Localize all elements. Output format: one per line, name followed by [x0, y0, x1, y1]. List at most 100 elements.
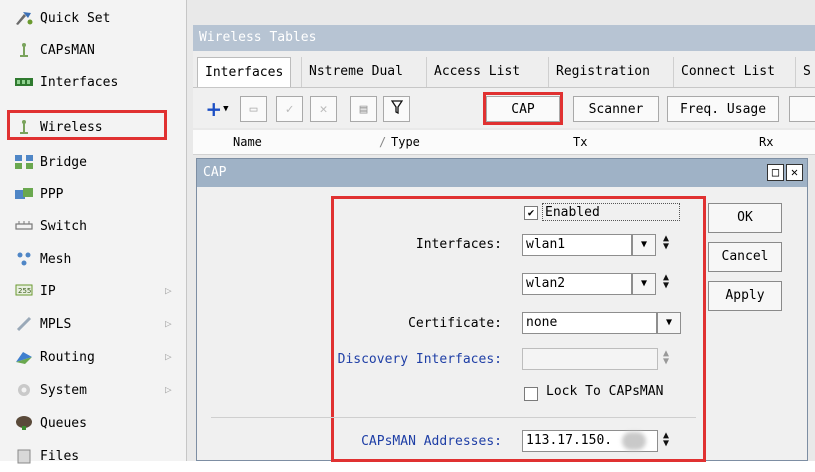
- comment-button[interactable]: ▤: [350, 96, 377, 122]
- interface-2-updown[interactable]: ▲ ▼: [659, 273, 673, 291]
- sidebar-item-label: CAPsMAN: [40, 42, 95, 58]
- window-title: Wireless Tables: [193, 25, 815, 51]
- queues-icon: [14, 414, 34, 432]
- sidebar-item-mpls[interactable]: MPLS ▷: [0, 308, 186, 340]
- discovery-updown[interactable]: ▲ ▼: [659, 349, 673, 367]
- close-icon[interactable]: ✕: [786, 164, 803, 181]
- sidebar-item-bridge[interactable]: Bridge: [0, 146, 186, 178]
- sidebar-item-label: Bridge: [40, 154, 87, 170]
- system-icon: [14, 381, 34, 399]
- files-icon: [14, 447, 34, 465]
- interface-1-dropdown[interactable]: ▼: [632, 234, 656, 256]
- lock-to-capsman-label[interactable]: Lock To CAPsMAN: [546, 384, 663, 399]
- sidebar-item-label: Mesh: [40, 251, 72, 267]
- enabled-label[interactable]: Enabled: [542, 203, 680, 221]
- disable-button[interactable]: ✕: [310, 96, 337, 122]
- dropdown-arrow-icon: ▼: [640, 278, 648, 289]
- ppp-icon: [14, 185, 34, 203]
- submenu-arrow-icon: ▷: [165, 317, 172, 330]
- dialog-title-text: CAP: [203, 165, 227, 180]
- switch-icon: [14, 217, 34, 235]
- toolbar: + ▼ ▭ ✓ ✕ ▤ CAP Scanner Freq. Usage: [193, 88, 815, 128]
- sidebar-item-label: Switch: [40, 218, 87, 234]
- down-arrow-icon: ▼: [662, 280, 670, 291]
- mesh-icon: [14, 250, 34, 268]
- sidebar-item-system[interactable]: System ▷: [0, 374, 186, 406]
- capsman-address-updown[interactable]: ▲ ▼: [659, 431, 673, 449]
- cap-highlight-box: [483, 92, 563, 125]
- sidebar-item-label: Interfaces: [40, 74, 119, 90]
- down-arrow-icon: ▼: [662, 356, 670, 367]
- cancel-button[interactable]: Cancel: [708, 242, 782, 272]
- ok-button[interactable]: OK: [708, 203, 782, 233]
- sidebar-item-ppp[interactable]: PPP: [0, 178, 186, 210]
- interface-2-select[interactable]: wlan2: [522, 273, 632, 295]
- apply-button[interactable]: Apply: [708, 281, 782, 311]
- submenu-arrow-icon: ▷: [165, 350, 172, 363]
- more-toolbar-button[interactable]: [789, 96, 815, 122]
- column-tx[interactable]: Tx: [573, 135, 587, 149]
- capsman-addresses-label: CAPsMAN Addresses:: [361, 434, 502, 449]
- sidebar-item-label: Files: [40, 448, 80, 464]
- enabled-checkbox[interactable]: ✔: [524, 206, 538, 220]
- column-rx[interactable]: Rx: [759, 135, 773, 149]
- sidebar-item-files[interactable]: Files: [0, 440, 186, 472]
- check-icon: ✓: [285, 101, 294, 117]
- certificate-select[interactable]: none: [522, 312, 657, 334]
- lock-to-capsman-checkbox[interactable]: [524, 387, 538, 401]
- submenu-arrow-icon: ▷: [165, 284, 172, 297]
- add-button[interactable]: + ▼: [199, 96, 235, 122]
- dropdown-arrow-icon: ▼: [665, 317, 673, 328]
- remove-button[interactable]: ▭: [240, 96, 267, 122]
- sidebar-item-label: PPP: [40, 186, 64, 202]
- sidebar-item-switch[interactable]: Switch: [0, 210, 186, 242]
- tab-interfaces[interactable]: Interfaces: [197, 57, 292, 87]
- sidebar-menu: Quick Set CAPsMAN Interfaces Wireless Br…: [0, 0, 187, 464]
- plus-icon: +: [205, 97, 223, 121]
- cap-dialog: CAP □ ✕ ✔ Enabled Interfaces: wlan1 ▼ ▲ ▼…: [196, 158, 808, 462]
- interfaces-icon: [14, 73, 34, 91]
- submenu-arrow-icon: ▷: [165, 383, 172, 396]
- capsman-icon: [14, 41, 34, 59]
- sidebar-item-interfaces[interactable]: Interfaces: [0, 66, 186, 98]
- sidebar-item-queues[interactable]: Queues: [0, 407, 186, 439]
- sidebar-item-label: Quick Set: [40, 10, 111, 26]
- column-type[interactable]: Type: [391, 135, 420, 149]
- interface-1-updown[interactable]: ▲ ▼: [659, 234, 673, 252]
- tab-access-list[interactable]: Access List: [426, 57, 527, 87]
- certificate-label: Certificate:: [408, 316, 502, 331]
- filter-button[interactable]: [383, 96, 410, 122]
- filter-icon: [390, 100, 403, 118]
- down-arrow-icon: ▼: [662, 241, 670, 252]
- freq-usage-button[interactable]: Freq. Usage: [667, 96, 779, 122]
- sidebar-item-label: Routing: [40, 349, 95, 365]
- discovery-interfaces-select[interactable]: [522, 348, 658, 370]
- certificate-dropdown[interactable]: ▼: [657, 312, 681, 334]
- table-header: Name / Type Tx Rx: [193, 130, 815, 155]
- tab-registration[interactable]: Registration: [548, 57, 657, 87]
- interface-2-dropdown[interactable]: ▼: [632, 273, 656, 295]
- cross-icon: ✕: [319, 101, 328, 117]
- maximize-icon[interactable]: □: [767, 164, 784, 181]
- minus-icon: ▭: [249, 101, 258, 117]
- scanner-button[interactable]: Scanner: [573, 96, 659, 122]
- sidebar-item-label: Queues: [40, 415, 87, 431]
- redacted-blur: [622, 432, 646, 450]
- tab-more[interactable]: S: [795, 57, 815, 87]
- sidebar-item-label: IP: [40, 283, 56, 299]
- tab-connect-list[interactable]: Connect List: [673, 57, 782, 87]
- interface-1-select[interactable]: wlan1: [522, 234, 632, 256]
- routing-icon: [14, 348, 34, 366]
- enable-button[interactable]: ✓: [276, 96, 303, 122]
- sidebar-item-mesh[interactable]: Mesh: [0, 243, 186, 275]
- sidebar-item-capsman[interactable]: CAPsMAN: [0, 34, 186, 66]
- comment-icon: ▤: [359, 101, 368, 117]
- sidebar-item-routing[interactable]: Routing ▷: [0, 341, 186, 373]
- down-arrow-icon: ▼: [662, 438, 670, 449]
- bridge-icon: [14, 153, 34, 171]
- tab-nstreme-dual[interactable]: Nstreme Dual: [301, 57, 410, 87]
- sidebar-item-ip[interactable]: 255 IP ▷: [0, 275, 186, 307]
- discovery-interfaces-label: Discovery Interfaces:: [337, 352, 502, 367]
- column-name[interactable]: Name: [233, 135, 262, 149]
- sidebar-item-quick-set[interactable]: Quick Set: [0, 2, 186, 34]
